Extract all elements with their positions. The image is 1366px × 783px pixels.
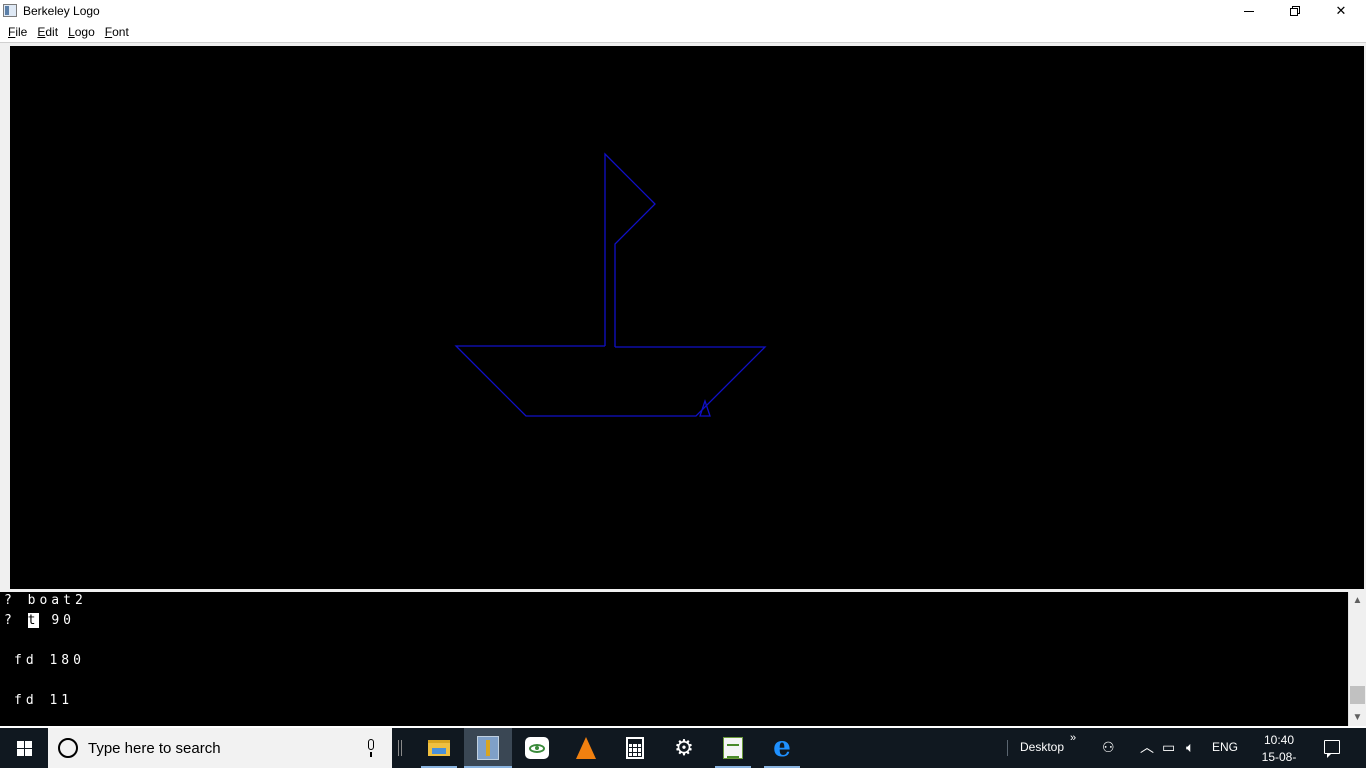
windows-logo-icon (16, 740, 32, 756)
turtle-graphics-canvas[interactable] (10, 46, 1364, 589)
console-line: fd 180 (14, 653, 85, 668)
menu-file[interactable]: File (3, 22, 32, 42)
scroll-thumb[interactable] (1350, 686, 1365, 704)
console-scrollbar[interactable]: ▲ ▼ (1348, 592, 1366, 726)
volume-icon[interactable]: 🔈︎ (1186, 738, 1194, 756)
restore-icon (1290, 6, 1300, 16)
tray-divider (1007, 740, 1008, 756)
console-input-line[interactable]: ? t 90 (4, 613, 75, 631)
boat-mast-and-flag (604, 152, 656, 347)
text-cursor: t (27, 613, 40, 628)
taskbar-edge[interactable]: e (758, 728, 806, 768)
minimize-button[interactable] (1226, 0, 1272, 22)
clock[interactable]: 10:40 15-08-2018 (1254, 732, 1304, 783)
toolbar-chevron-icon[interactable]: » (1070, 732, 1076, 744)
taskbar-vlc[interactable] (562, 728, 610, 768)
battery-icon[interactable]: ▭ (1162, 738, 1175, 756)
console-line: fd 11 (14, 693, 74, 708)
settings-icon: ⚙ (674, 735, 694, 760)
minimize-icon (1244, 10, 1254, 12)
cortana-icon (58, 738, 78, 758)
calculator-icon (626, 737, 644, 759)
menu-logo[interactable]: Logo (63, 22, 100, 42)
menu-edit[interactable]: Edit (32, 22, 63, 42)
search-placeholder: Type here to search (88, 740, 221, 757)
show-hidden-icons-icon[interactable]: ︿ (1140, 738, 1154, 756)
desktop-toolbar-label[interactable]: Desktop (1020, 740, 1064, 754)
notepad-icon (723, 737, 743, 759)
taskbar-file-explorer[interactable] (415, 728, 463, 768)
language-indicator[interactable]: ENG (1212, 740, 1238, 754)
taskbar-settings[interactable]: ⚙ (660, 728, 708, 768)
menu-bar: File Edit Logo Font (0, 22, 1366, 42)
command-console[interactable]: ? boat2 ? t 90 fd 180 fd 11 (0, 592, 1348, 726)
boat-hull (454, 345, 767, 417)
people-icon[interactable]: ⚇ (1102, 738, 1115, 756)
start-button[interactable] (0, 728, 48, 768)
menu-font[interactable]: Font (100, 22, 134, 42)
clock-date: 15-08-2018 (1261, 750, 1297, 781)
scroll-up-icon[interactable]: ▲ (1349, 592, 1366, 609)
berkeley-logo-icon (477, 736, 499, 760)
window-title: Berkeley Logo (23, 4, 100, 18)
scroll-down-icon[interactable]: ▼ (1349, 709, 1366, 726)
boat-drawing (454, 152, 767, 417)
taskbar-berkeley-logo[interactable] (464, 728, 512, 768)
clock-time: 10:40 (1263, 733, 1295, 747)
taskbar-calculator[interactable] (611, 728, 659, 768)
close-icon: ✕ (1335, 3, 1347, 18)
microphone-icon[interactable] (366, 739, 376, 757)
title-bar: Berkeley Logo ✕ (0, 0, 1366, 22)
taskbar-search[interactable]: Type here to search (48, 728, 392, 768)
action-center-icon[interactable] (1324, 740, 1340, 758)
vlc-icon (576, 737, 596, 759)
close-button[interactable]: ✕ (1318, 0, 1364, 22)
edge-icon: e (773, 729, 791, 763)
taskbar-notepad[interactable] (709, 728, 757, 768)
taskbar-eye-app[interactable] (513, 728, 561, 768)
eye-app-icon (525, 737, 549, 759)
taskbar: Type here to search ⚙ e Desktop » ⚇ ︿ ▭ … (0, 728, 1366, 781)
file-explorer-icon (428, 740, 450, 756)
console-line: ? boat2 (4, 593, 87, 608)
task-view-icon[interactable] (398, 740, 402, 756)
app-window-icon[interactable] (3, 4, 17, 17)
maximize-button[interactable] (1272, 0, 1318, 22)
